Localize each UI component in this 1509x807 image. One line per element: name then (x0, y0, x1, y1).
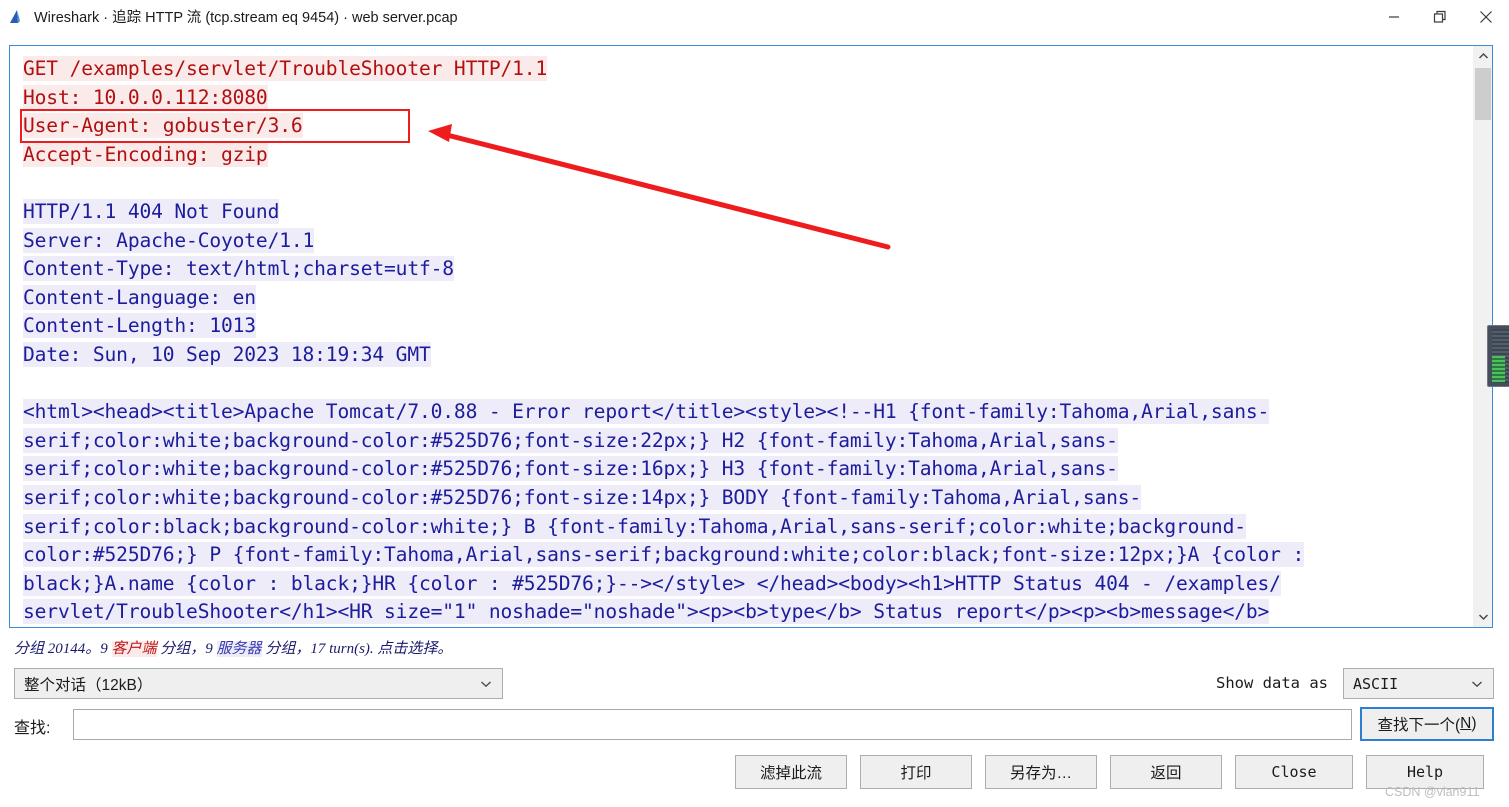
stream-line: Host: 10.0.0.112:8080 (23, 84, 1473, 113)
response-line-text: Date: Sun, 10 Sep 2023 18:19:34 GMT (23, 341, 431, 367)
scroll-up-arrow-icon[interactable] (1473, 46, 1492, 66)
stream-line: Date: Sun, 10 Sep 2023 18:19:34 GMT (23, 341, 1473, 370)
status-prefix: 分组 20144。9 (14, 641, 112, 657)
filter-out-this-stream-button[interactable]: 滤掉此流 (735, 755, 847, 789)
response-body-text: serif;color:white;background-color:#525D… (23, 427, 1118, 453)
response-body-text: serif;color:black;background-color:white… (23, 513, 1246, 539)
meter-green-bars (1492, 356, 1505, 382)
minimize-icon[interactable] (1371, 0, 1417, 33)
dialog-button-row: 滤掉此流 打印 另存为… 返回 Close Help (735, 755, 1484, 789)
stream-text-view[interactable]: GET /examples/servlet/TroubleShooter HTT… (9, 45, 1493, 628)
find-next-mnemonic: N (1460, 715, 1472, 732)
stream-line: color:#525D76;} P {font-family:Tahoma,Ar… (23, 541, 1473, 570)
show-data-as-value: ASCII (1353, 674, 1399, 693)
stream-line: HTTP/1.1 404 Not Found (23, 198, 1473, 227)
find-next-button[interactable]: 查找下一个(N) (1360, 707, 1494, 741)
response-line-text: Content-Type: text/html;charset=utf-8 (23, 256, 454, 282)
stream-line: Content-Length: 1013 (23, 312, 1473, 341)
show-data-as-label: Show data as (1216, 674, 1328, 692)
response-line-text: HTTP/1.1 404 Not Found (23, 198, 280, 224)
stream-line: black;}A.name {color : black;}HR {color … (23, 570, 1473, 599)
back-button[interactable]: 返回 (1110, 755, 1222, 789)
find-next-prefix: 查找下一个( (1377, 717, 1461, 734)
chevron-down-icon (1471, 680, 1483, 688)
title-bar: Wireshark · 追踪 HTTP 流 (tcp.stream eq 945… (0, 0, 1509, 33)
response-line-text: Server: Apache-Coyote/1.1 (23, 227, 315, 253)
restore-icon[interactable] (1417, 0, 1463, 33)
stream-line: User-Agent: gobuster/3.6 (23, 112, 1473, 141)
find-next-suffix: ) (1471, 715, 1477, 732)
stream-line: servlet/TroubleShooter</h1><HR size="1" … (23, 598, 1473, 627)
window-controls (1371, 0, 1509, 33)
close-icon[interactable] (1463, 0, 1509, 33)
stream-line: serif;color:white;background-color:#525D… (23, 427, 1473, 456)
stream-status-line: 分组 20144。9 客户端 分组，9 服务器 分组，17 turn(s). 点… (14, 637, 452, 658)
help-button[interactable]: Help (1366, 755, 1484, 789)
stream-line: Accept-Encoding: gzip (23, 141, 1473, 170)
response-body-text: servlet/TroubleShooter</h1><HR size="1" … (23, 599, 1270, 625)
find-input[interactable] (73, 709, 1352, 740)
request-line-text: Host: 10.0.0.112:8080 (23, 84, 268, 110)
stream-selector-value: 整个对话（12kB） (24, 676, 153, 694)
chevron-down-icon (480, 680, 492, 688)
request-line-text: Accept-Encoding: gzip (23, 141, 268, 167)
watermark-text: CSDN @vlan911 (1385, 785, 1480, 799)
wireshark-follow-stream-dialog: Wireshark · 追踪 HTTP 流 (tcp.stream eq 945… (0, 0, 1509, 807)
show-data-as-dropdown[interactable]: ASCII (1343, 668, 1494, 699)
stream-line: serif;color:white;background-color:#525D… (23, 484, 1473, 513)
response-body-text: serif;color:white;background-color:#525D… (23, 456, 1118, 482)
stream-line: <html><head><title>Apache Tomcat/7.0.88 … (23, 398, 1473, 427)
stream-line: Server: Apache-Coyote/1.1 (23, 227, 1473, 256)
status-suffix: 分组，17 turn(s). 点击选择。 (261, 641, 453, 657)
stream-line: serif;color:white;background-color:#525D… (23, 455, 1473, 484)
edge-meter-widget (1487, 325, 1509, 387)
print-button[interactable]: 打印 (860, 755, 972, 789)
find-label: 查找: (14, 720, 51, 737)
stream-selector-dropdown[interactable]: 整个对话（12kB） (14, 668, 503, 699)
window-title: Wireshark · 追踪 HTTP 流 (tcp.stream eq 945… (34, 10, 458, 26)
wireshark-fin-icon (8, 8, 26, 26)
request-line-text: User-Agent: gobuster/3.6 (23, 113, 303, 139)
response-line-text: Content-Length: 1013 (23, 313, 256, 339)
save-as-button[interactable]: 另存为… (985, 755, 1097, 789)
response-line-text: Content-Language: en (23, 284, 256, 310)
stream-line: GET /examples/servlet/TroubleShooter HTT… (23, 55, 1473, 84)
scroll-down-arrow-icon[interactable] (1473, 607, 1492, 627)
response-body-text: <html><head><title>Apache Tomcat/7.0.88 … (23, 399, 1270, 425)
status-middle: 分组，9 (156, 641, 217, 657)
response-body-text: black;}A.name {color : black;}HR {color … (23, 570, 1281, 596)
response-body-text: serif;color:white;background-color:#525D… (23, 484, 1142, 510)
stream-line: Content-Language: en (23, 284, 1473, 313)
stream-line: serif;color:black;background-color:white… (23, 513, 1473, 542)
close-button[interactable]: Close (1235, 755, 1353, 789)
request-line-text: GET /examples/servlet/TroubleShooter HTT… (23, 56, 548, 81)
status-server-label: 服务器 (216, 641, 262, 657)
stream-content: GET /examples/servlet/TroubleShooter HTT… (10, 46, 1473, 627)
response-body-text: color:#525D76;} P {font-family:Tahoma,Ar… (23, 542, 1305, 568)
stream-line: Content-Type: text/html;charset=utf-8 (23, 255, 1473, 284)
scrollbar-thumb[interactable] (1475, 68, 1491, 120)
status-client-label: 客户端 (111, 641, 157, 657)
